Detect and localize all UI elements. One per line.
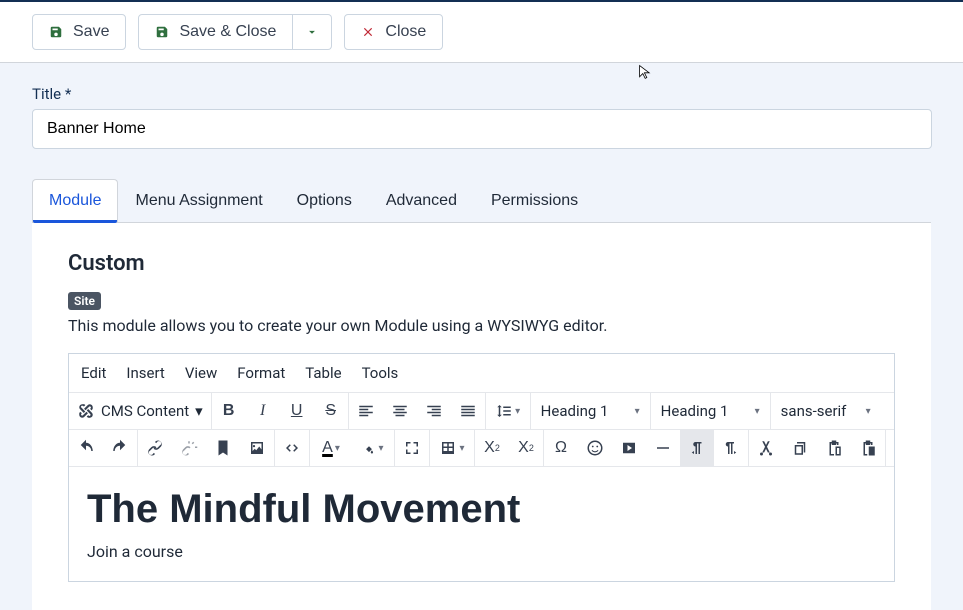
subscript-button[interactable]: X2 bbox=[475, 430, 509, 466]
align-right-button[interactable] bbox=[417, 393, 451, 429]
save-button[interactable]: Save bbox=[32, 14, 126, 50]
special-char-button[interactable]: Ω bbox=[544, 430, 578, 466]
source-code-button[interactable] bbox=[275, 430, 309, 466]
save-icon bbox=[49, 25, 63, 39]
save-button-label: Save bbox=[73, 23, 109, 41]
section-heading: Custom bbox=[68, 251, 895, 276]
link-button[interactable] bbox=[138, 430, 172, 466]
media-button[interactable] bbox=[612, 430, 646, 466]
save-close-button[interactable]: Save & Close bbox=[138, 14, 293, 50]
cut-button[interactable] bbox=[749, 430, 783, 466]
ltr-button[interactable] bbox=[680, 430, 714, 466]
save-dropdown-button[interactable] bbox=[293, 14, 332, 50]
chevron-down-icon bbox=[305, 25, 319, 39]
tab-module[interactable]: Module bbox=[32, 179, 118, 222]
save-close-button-label: Save & Close bbox=[179, 23, 276, 41]
section-description: This module allows you to create your ow… bbox=[68, 316, 895, 335]
chevron-down-icon: ▾ bbox=[635, 406, 640, 417]
title-label: Title * bbox=[32, 85, 931, 103]
cms-content-label: CMS Content bbox=[101, 402, 189, 420]
chevron-down-icon: ▾ bbox=[866, 406, 871, 417]
align-center-button[interactable] bbox=[383, 393, 417, 429]
emoji-button[interactable] bbox=[578, 430, 612, 466]
line-height-button[interactable]: ▾ bbox=[486, 393, 530, 429]
wysiwyg-editor: Edit Insert View Format Table Tools CMS … bbox=[68, 353, 895, 582]
tab-advanced[interactable]: Advanced bbox=[369, 179, 474, 222]
superscript-button[interactable]: X2 bbox=[509, 430, 543, 466]
italic-button[interactable]: I bbox=[246, 393, 280, 429]
rtl-button[interactable] bbox=[714, 430, 748, 466]
tab-permissions[interactable]: Permissions bbox=[474, 179, 595, 222]
style-format-select[interactable]: Heading 1 ▾ bbox=[651, 393, 771, 429]
joomla-icon bbox=[77, 402, 95, 420]
editor-menubar: Edit Insert View Format Table Tools bbox=[69, 354, 894, 393]
title-input[interactable] bbox=[32, 109, 932, 149]
menu-table[interactable]: Table bbox=[305, 364, 341, 382]
editor-toolbar-row1: CMS Content ▾ B I U S ▾ bbox=[69, 393, 894, 430]
image-button[interactable] bbox=[240, 430, 274, 466]
save-icon bbox=[155, 25, 169, 39]
horizontal-rule-button[interactable] bbox=[646, 430, 680, 466]
close-button-label: Close bbox=[385, 23, 426, 41]
unlink-button[interactable] bbox=[172, 430, 206, 466]
redo-button[interactable] bbox=[103, 430, 137, 466]
menu-format[interactable]: Format bbox=[237, 364, 285, 382]
background-color-button[interactable]: ▾ bbox=[352, 430, 394, 466]
bold-button[interactable]: B bbox=[212, 393, 246, 429]
underline-button[interactable]: U bbox=[280, 393, 314, 429]
text-color-button[interactable]: A▾ bbox=[310, 430, 352, 466]
paste-text-button[interactable] bbox=[851, 430, 885, 466]
style-format-value: Heading 1 bbox=[661, 402, 729, 420]
cms-content-button[interactable]: CMS Content ▾ bbox=[69, 393, 211, 429]
align-left-button[interactable] bbox=[349, 393, 383, 429]
undo-button[interactable] bbox=[69, 430, 103, 466]
strikethrough-button[interactable]: S bbox=[314, 393, 348, 429]
font-family-value: sans-serif bbox=[781, 402, 847, 420]
close-button[interactable]: Close bbox=[344, 14, 443, 50]
close-icon bbox=[361, 25, 375, 39]
action-toolbar: Save Save & Close Close bbox=[0, 0, 963, 63]
editor-toolbar-row2: A▾ ▾ ▾ X2 X2 Ω bbox=[69, 430, 894, 467]
chevron-down-icon: ▾ bbox=[755, 406, 760, 417]
save-close-group: Save & Close bbox=[138, 14, 332, 50]
content-heading: The Mindful Movement bbox=[87, 487, 876, 532]
content-paragraph: Join a course bbox=[87, 542, 876, 561]
site-badge: Site bbox=[68, 292, 101, 310]
font-family-select[interactable]: sans-serif ▾ bbox=[771, 393, 881, 429]
form-area: Title * Module Menu Assignment Options A… bbox=[0, 63, 963, 610]
table-button[interactable]: ▾ bbox=[430, 430, 474, 466]
tab-content: Custom Site This module allows you to cr… bbox=[32, 223, 931, 610]
paste-button[interactable] bbox=[817, 430, 851, 466]
editor-content-area[interactable]: The Mindful Movement Join a course bbox=[69, 467, 894, 581]
block-format-select[interactable]: Heading 1 ▾ bbox=[531, 393, 651, 429]
chevron-down-icon: ▾ bbox=[195, 402, 203, 420]
align-justify-button[interactable] bbox=[451, 393, 485, 429]
fullscreen-button[interactable] bbox=[395, 430, 429, 466]
copy-button[interactable] bbox=[783, 430, 817, 466]
menu-insert[interactable]: Insert bbox=[126, 364, 164, 382]
tab-options[interactable]: Options bbox=[280, 179, 369, 222]
menu-edit[interactable]: Edit bbox=[81, 364, 106, 382]
bookmark-button[interactable] bbox=[206, 430, 240, 466]
menu-view[interactable]: View bbox=[185, 364, 217, 382]
menu-tools[interactable]: Tools bbox=[362, 364, 399, 382]
block-format-value: Heading 1 bbox=[541, 402, 609, 420]
tab-bar: Module Menu Assignment Options Advanced … bbox=[32, 179, 931, 223]
tab-menu-assignment[interactable]: Menu Assignment bbox=[118, 179, 279, 222]
